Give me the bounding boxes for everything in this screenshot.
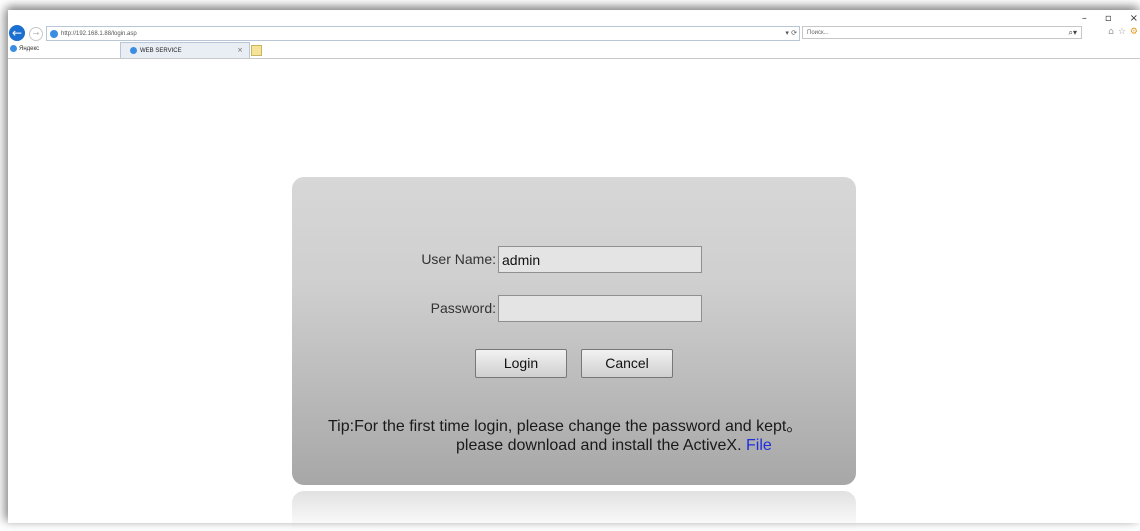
favorites-item-label: Яндекс [19, 45, 40, 52]
new-tab-icon[interactable] [251, 45, 262, 56]
tab-bar: Яндекс WEB SERVICE × [8, 42, 1140, 59]
settings-icon[interactable]: ⚙ [1130, 27, 1138, 37]
page-content: User Name: Password: Login Cancel Tip:Fo… [8, 59, 1140, 531]
close-tab-icon[interactable]: × [237, 46, 243, 54]
login-panel-reflection [292, 491, 856, 531]
favorites-star-icon[interactable]: ☆ [1118, 27, 1126, 37]
favorites-item[interactable]: Яндекс [10, 45, 39, 52]
search-icon[interactable]: ⌕▾ [1069, 28, 1078, 38]
browser-window: – ▫ × ← → http://192.168.1.88/login.asp … [8, 10, 1140, 531]
username-label: User Name: [421, 251, 496, 267]
tip-text-line2-wrapper: please download and install the ActiveX.… [456, 437, 772, 455]
search-placeholder: Поиск... [807, 29, 829, 36]
home-icon[interactable]: ⌂ [1108, 27, 1114, 37]
file-download-link[interactable]: File [746, 437, 772, 454]
favorite-site-icon [10, 45, 17, 52]
address-url: http://192.168.1.88/login.asp [61, 30, 137, 37]
tab-page-icon [130, 47, 137, 54]
toolbar-icons: ⌂ ☆ ⚙ [1108, 27, 1138, 37]
ie-page-icon [50, 29, 58, 38]
login-panel: User Name: Password: Login Cancel Tip:Fo… [292, 177, 856, 485]
search-box[interactable]: Поиск... ⌕▾ [802, 26, 1082, 39]
address-bar[interactable]: http://192.168.1.88/login.asp ▾ ⟳ [46, 26, 800, 41]
username-input[interactable] [498, 246, 702, 273]
password-label: Password: [430, 300, 496, 316]
login-button[interactable]: Login [475, 349, 567, 378]
window-title-strip: – ▫ × [8, 10, 1140, 24]
password-input[interactable] [498, 295, 702, 322]
navigation-bar: ← → http://192.168.1.88/login.asp ▾ ⟳ По… [8, 24, 1140, 42]
back-arrow-icon[interactable]: ← [9, 25, 25, 41]
tip-text-line1: Tip:For the first time login, please cha… [328, 418, 803, 435]
tab-title: WEB SERVICE [140, 47, 182, 54]
tip-text-line2: please download and install the ActiveX. [456, 437, 742, 454]
cancel-button[interactable]: Cancel [581, 349, 673, 378]
tab-web-service[interactable]: WEB SERVICE × [120, 42, 250, 58]
forward-arrow-icon[interactable]: → [29, 27, 43, 41]
refresh-icon[interactable]: ▾ ⟳ [785, 29, 797, 37]
